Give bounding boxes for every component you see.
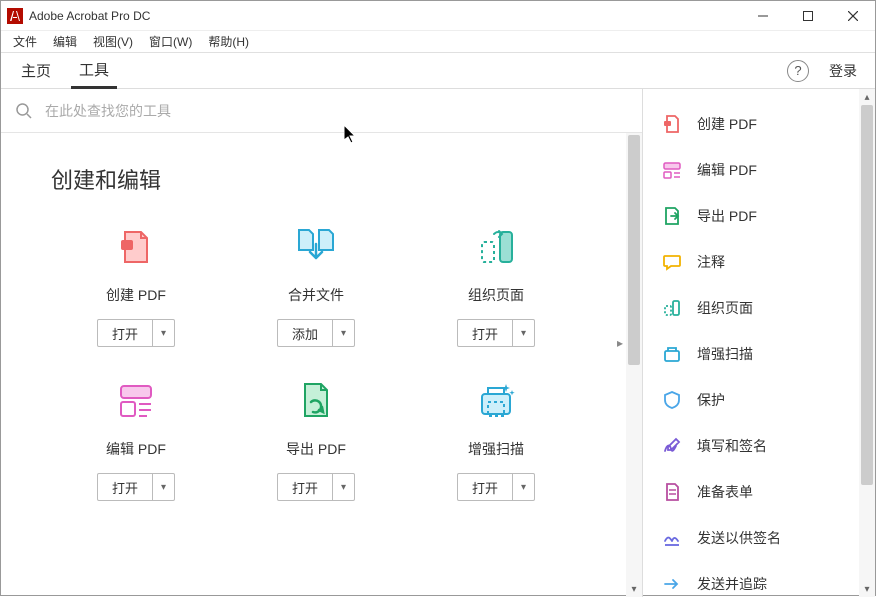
menu-bar: 文件 编辑 视图(V) 窗口(W) 帮助(H) [1, 31, 875, 53]
section-title: 创建和编辑 [51, 163, 622, 195]
main-scrollbar[interactable]: ▴ ▾ [626, 133, 642, 597]
edit-pdf-icon [112, 377, 160, 425]
send-track-icon [661, 573, 683, 595]
sidebar-item-fill-sign[interactable]: 填写和签名 [643, 423, 875, 469]
protect-icon [661, 389, 683, 411]
tool-card-organize-pages: 组织页面 打开▾ [411, 223, 581, 347]
tool-card-create-pdf: 创建 PDF 打开▾ [51, 223, 221, 347]
menu-help[interactable]: 帮助(H) [200, 31, 257, 52]
minimize-button[interactable] [740, 1, 785, 31]
sidebar-item-export-pdf[interactable]: 导出 PDF [643, 193, 875, 239]
sidebar-item-organize-pages[interactable]: 组织页面 [643, 285, 875, 331]
collapse-sidebar-icon[interactable]: ▸ [615, 330, 625, 356]
enhance-scans-icon [661, 343, 683, 365]
comment-icon [661, 251, 683, 273]
tool-label: 组织页面 [468, 285, 524, 305]
sidebar-item-send-for-signature[interactable]: 发送以供签名 [643, 515, 875, 561]
search-input[interactable] [45, 103, 628, 119]
export-pdf-icon [292, 377, 340, 425]
sidebar-item-label: 发送以供签名 [697, 528, 781, 548]
menu-view[interactable]: 视图(V) [85, 31, 141, 52]
sidebar: 创建 PDF 编辑 PDF 导出 PDF 注释 组织页面 增强扫描 [643, 89, 875, 597]
sidebar-item-label: 增强扫描 [697, 344, 753, 364]
tool-open-button[interactable]: 打开 [98, 320, 152, 346]
fill-sign-icon [661, 435, 683, 457]
sidebar-item-label: 导出 PDF [697, 206, 757, 226]
tool-dropdown[interactable]: ▾ [332, 474, 354, 500]
help-icon[interactable]: ? [787, 60, 809, 82]
tool-open-button[interactable]: 打开 [98, 474, 152, 500]
tool-card-export-pdf: 导出 PDF 打开▾ [231, 377, 401, 501]
tool-dropdown[interactable]: ▾ [332, 320, 354, 346]
sidebar-item-label: 准备表单 [697, 482, 753, 502]
tool-dropdown[interactable]: ▾ [512, 320, 534, 346]
scroll-down-icon[interactable]: ▾ [859, 581, 875, 597]
tool-dropdown[interactable]: ▾ [152, 320, 174, 346]
tool-label: 编辑 PDF [106, 439, 166, 459]
tool-card-enhance-scans: 增强扫描 打开▾ [411, 377, 581, 501]
login-button[interactable]: 登录 [823, 57, 863, 85]
organize-pages-icon [661, 297, 683, 319]
send-signature-icon [661, 527, 683, 549]
combine-files-icon [292, 223, 340, 271]
tab-tools[interactable]: 工具 [71, 53, 117, 89]
scrollbar-thumb[interactable] [628, 135, 640, 365]
tool-label: 创建 PDF [106, 285, 166, 305]
search-bar [1, 89, 642, 133]
sidebar-item-prepare-form[interactable]: 准备表单 [643, 469, 875, 515]
tool-label: 增强扫描 [468, 439, 524, 459]
maximize-button[interactable] [785, 1, 830, 31]
tool-dropdown[interactable]: ▾ [152, 474, 174, 500]
tool-add-button[interactable]: 添加 [278, 320, 332, 346]
app-icon [7, 8, 23, 24]
sidebar-item-enhance-scans[interactable]: 增强扫描 [643, 331, 875, 377]
sidebar-item-label: 保护 [697, 390, 725, 410]
sidebar-item-label: 创建 PDF [697, 114, 757, 134]
sidebar-item-label: 注释 [697, 252, 725, 272]
enhance-scans-icon [472, 377, 520, 425]
menu-file[interactable]: 文件 [5, 31, 45, 52]
menu-edit[interactable]: 编辑 [45, 31, 85, 52]
tool-card-combine-files: 合并文件 添加▾ [231, 223, 401, 347]
sidebar-item-send-track[interactable]: 发送并追踪 [643, 561, 875, 607]
tool-open-button[interactable]: 打开 [458, 474, 512, 500]
scroll-up-icon[interactable]: ▴ [859, 89, 875, 105]
sidebar-item-label: 填写和签名 [697, 436, 767, 456]
prepare-form-icon [661, 481, 683, 503]
create-pdf-icon [112, 223, 160, 271]
sidebar-item-label: 组织页面 [697, 298, 753, 318]
tool-open-button[interactable]: 打开 [458, 320, 512, 346]
tool-dropdown[interactable]: ▾ [512, 474, 534, 500]
tool-label: 合并文件 [288, 285, 344, 305]
sidebar-scrollbar[interactable]: ▴ ▾ [859, 89, 875, 597]
tool-label: 导出 PDF [286, 439, 346, 459]
main-panel: 创建和编辑 创建 PDF 打开▾ 合并文件 添加▾ [1, 89, 643, 597]
sidebar-item-create-pdf[interactable]: 创建 PDF [643, 101, 875, 147]
menu-window[interactable]: 窗口(W) [141, 31, 200, 52]
edit-pdf-icon [661, 159, 683, 181]
tool-open-button[interactable]: 打开 [278, 474, 332, 500]
close-button[interactable] [830, 1, 875, 31]
tool-card-edit-pdf: 编辑 PDF 打开▾ [51, 377, 221, 501]
app-title: Adobe Acrobat Pro DC [29, 9, 740, 23]
title-bar: Adobe Acrobat Pro DC [1, 1, 875, 31]
scroll-down-icon[interactable]: ▾ [626, 581, 642, 597]
sidebar-item-edit-pdf[interactable]: 编辑 PDF [643, 147, 875, 193]
create-pdf-icon [661, 113, 683, 135]
search-icon [15, 102, 33, 120]
tab-bar: 主页 工具 ? 登录 [1, 53, 875, 89]
tab-home[interactable]: 主页 [13, 54, 59, 87]
sidebar-item-protect[interactable]: 保护 [643, 377, 875, 423]
scrollbar-thumb[interactable] [861, 105, 873, 485]
sidebar-item-label: 发送并追踪 [697, 574, 767, 594]
sidebar-item-label: 编辑 PDF [697, 160, 757, 180]
organize-pages-icon [472, 223, 520, 271]
export-pdf-icon [661, 205, 683, 227]
sidebar-item-comment[interactable]: 注释 [643, 239, 875, 285]
